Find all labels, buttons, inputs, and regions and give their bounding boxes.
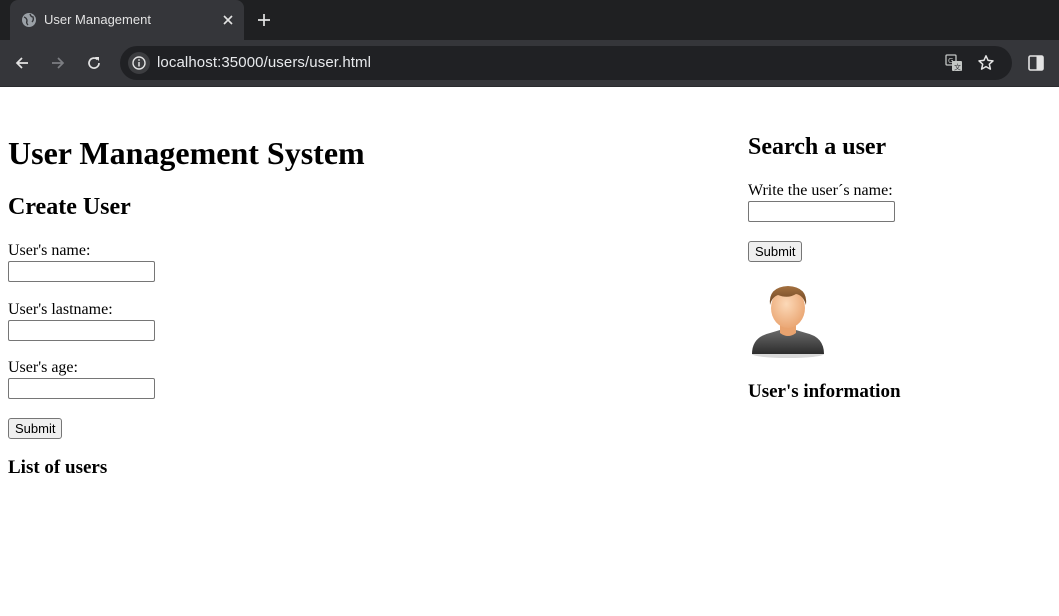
svg-text:文: 文 xyxy=(954,63,961,72)
search-user-heading: Search a user xyxy=(748,134,887,160)
info-icon[interactable] xyxy=(128,52,150,74)
lastname-label: User's lastname: xyxy=(8,301,113,318)
create-submit-button[interactable]: Submit xyxy=(8,418,63,439)
lastname-input[interactable] xyxy=(8,320,155,341)
browser-tab[interactable]: User Management xyxy=(10,0,244,40)
reload-icon[interactable] xyxy=(84,53,104,73)
url-text: localhost:35000/users/user.html xyxy=(157,54,372,71)
list-of-users-heading: List of users xyxy=(8,457,108,478)
star-icon[interactable] xyxy=(977,54,995,72)
tab-title: User Management xyxy=(44,12,151,27)
globe-icon xyxy=(21,12,37,28)
browser-tabstrip: User Management xyxy=(0,0,1059,40)
user-avatar-icon xyxy=(748,281,828,359)
age-input[interactable] xyxy=(8,378,155,399)
side-panel-icon[interactable] xyxy=(1027,54,1045,72)
svg-text:G: G xyxy=(948,57,953,65)
page-title: User Management System xyxy=(8,135,365,171)
plus-icon[interactable] xyxy=(256,12,272,28)
age-label: User's age: xyxy=(8,359,78,376)
name-label: User's name: xyxy=(8,242,91,259)
name-input[interactable] xyxy=(8,261,155,282)
create-user-heading: Create User xyxy=(8,194,131,220)
forward-arrow-icon[interactable] xyxy=(48,53,68,73)
back-arrow-icon[interactable] xyxy=(12,53,32,73)
search-name-label: Write the user´s name: xyxy=(748,182,893,199)
close-icon[interactable] xyxy=(220,12,236,28)
search-submit-button[interactable]: Submit xyxy=(748,241,803,262)
translate-icon[interactable]: G 文 xyxy=(945,54,963,72)
browser-toolbar: localhost:35000/users/user.html G 文 xyxy=(0,40,1059,87)
search-name-input[interactable] xyxy=(748,201,895,222)
address-bar[interactable]: localhost:35000/users/user.html G 文 xyxy=(120,46,1012,80)
user-information-heading: User's information xyxy=(748,381,901,402)
page-content: User Management System Create User User'… xyxy=(0,87,1059,616)
